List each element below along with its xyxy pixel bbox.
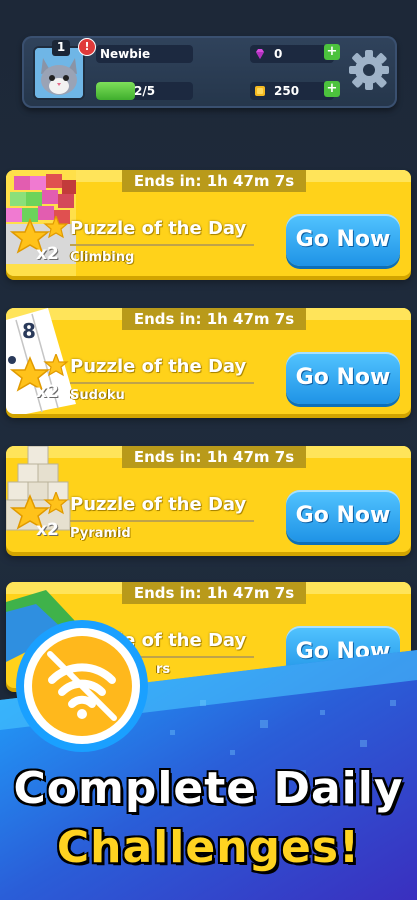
multiplier-badge: x2 — [36, 382, 59, 402]
player-header: 1 ! Newbie 2/5 0 + 250 + — [22, 36, 397, 108]
card-title: Puzzle of the Day — [70, 218, 247, 239]
svg-text:8: 8 — [22, 319, 36, 343]
go-now-button[interactable]: Go Now — [286, 352, 400, 404]
daily-puzzle-card-pyramid: x2 Ends in: 1h 47m 7s Puzzle of the Day … — [6, 446, 411, 552]
multiplier-badge: x2 — [36, 244, 59, 264]
card-subtitle: Pyramid — [70, 526, 131, 541]
notification-alert-icon[interactable]: ! — [78, 38, 96, 56]
coin-count: 250 — [274, 84, 300, 98]
countdown-timer: Ends in: 1h 47m 7s — [122, 582, 306, 604]
no-wifi-icon — [16, 620, 148, 752]
xp-progress-text: 2/5 — [134, 84, 156, 98]
add-coins-button[interactable]: + — [324, 81, 340, 97]
coin-icon — [255, 86, 265, 96]
countdown-timer: Ends in: 1h 47m 7s — [122, 308, 306, 330]
card-title: Puzzle of the Day — [70, 356, 247, 377]
coin-counter: 250 + — [250, 81, 340, 100]
gem-counter: 0 + — [250, 44, 340, 63]
title-divider — [70, 520, 254, 522]
settings-gear-icon[interactable] — [347, 48, 391, 92]
multiplier-badge: x2 — [36, 520, 59, 540]
card-subtitle: Climbing — [70, 250, 135, 265]
promo-subheadline: Challenges! — [56, 822, 361, 873]
go-now-button[interactable]: Go Now — [286, 490, 400, 542]
gem-icon — [256, 49, 264, 59]
level-badge: 1 — [52, 40, 70, 56]
player-name: Newbie — [96, 45, 193, 63]
countdown-timer: Ends in: 1h 47m 7s — [122, 170, 306, 192]
title-divider — [70, 244, 254, 246]
go-now-button[interactable]: Go Now — [286, 214, 400, 266]
add-gems-button[interactable]: + — [324, 44, 340, 60]
countdown-timer: Ends in: 1h 47m 7s — [122, 446, 306, 468]
xp-progress-bar: 2/5 — [96, 82, 193, 100]
xp-progress-fill — [96, 82, 135, 100]
title-divider — [70, 382, 254, 384]
promo-headline: Complete Daily — [13, 763, 404, 814]
daily-puzzle-card-sudoku: 8 x2 Ends in: 1h 47m 7s Puzzle of the Da… — [6, 308, 411, 414]
card-subtitle: Sudoku — [70, 388, 125, 403]
card-title: Puzzle of the Day — [70, 494, 247, 515]
daily-puzzle-card-climbing: x2 Ends in: 1h 47m 7s Puzzle of the Day … — [6, 170, 411, 276]
gem-count: 0 — [274, 47, 283, 61]
